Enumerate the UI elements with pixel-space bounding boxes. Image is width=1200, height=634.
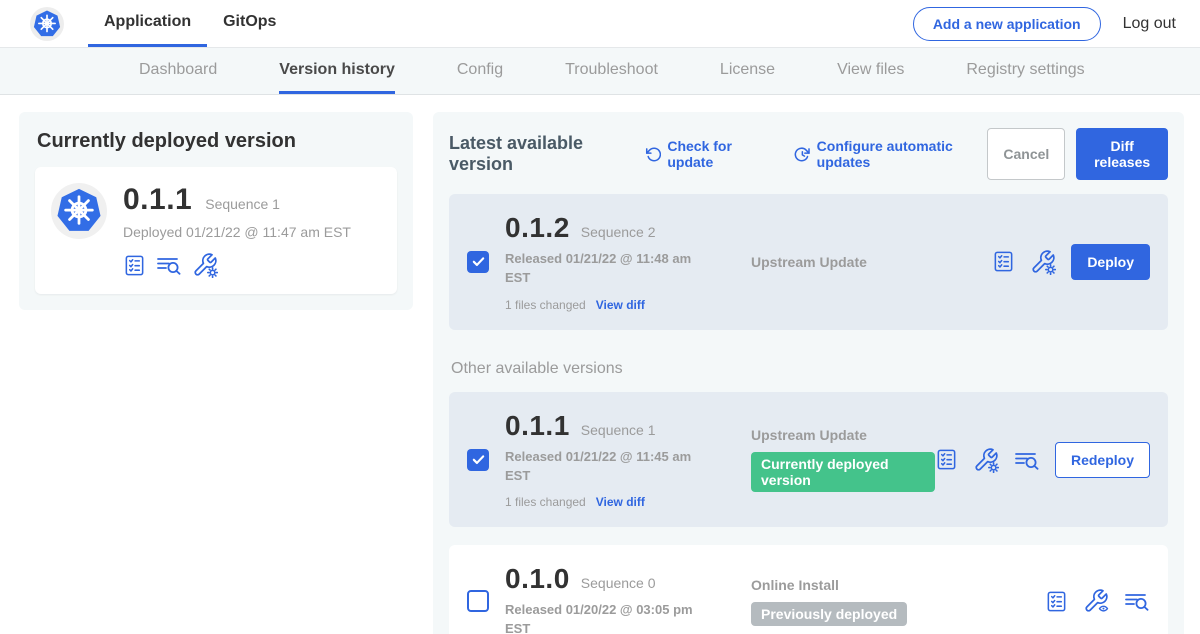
version-checkbox[interactable]	[467, 590, 489, 612]
release-date: Released 01/20/22 @ 03:05 pm EST	[505, 601, 703, 634]
logs-magnifier-icon[interactable]	[1124, 589, 1150, 613]
other-available-versions-title: Other available versions	[451, 360, 1168, 378]
kubernetes-logo-icon	[51, 183, 107, 239]
version-row-0-1-1: 0.1.1 Sequence 1 Released 01/21/22 @ 11:…	[449, 392, 1168, 528]
version-number: 0.1.2	[505, 212, 570, 244]
edit-config-wrench-gear-icon[interactable]	[192, 252, 218, 278]
version-number: 0.1.0	[505, 563, 570, 595]
app-brand	[30, 0, 64, 47]
currently-deployed-panel: Currently deployed version 0	[19, 112, 413, 310]
deployed-date: Deployed 01/21/22 @ 11:47 am EST	[123, 224, 351, 240]
version-source-label: Upstream Update	[751, 427, 867, 443]
check-icon	[471, 452, 486, 467]
view-diff-link[interactable]: View diff	[596, 495, 645, 509]
release-date: Released 01/21/22 @ 11:45 am EST	[505, 448, 703, 486]
tab-view-files[interactable]: View files	[837, 48, 904, 94]
edit-config-wrench-gear-icon[interactable]	[973, 447, 999, 473]
version-source-label: Upstream Update	[751, 254, 867, 270]
logs-magnifier-icon[interactable]	[1014, 448, 1040, 472]
tab-registry-settings[interactable]: Registry settings	[966, 48, 1084, 94]
kubernetes-logo-icon	[30, 7, 64, 41]
release-notes-checklist-icon[interactable]	[992, 250, 1015, 273]
version-checkbox[interactable]	[467, 251, 489, 273]
view-config-wrench-eye-icon[interactable]	[1083, 588, 1109, 614]
cancel-button[interactable]: Cancel	[987, 128, 1065, 180]
version-sequence: Sequence 1	[581, 422, 656, 438]
currently-deployed-badge: Currently deployed version	[751, 452, 935, 492]
version-source-label: Online Install	[751, 577, 839, 593]
release-notes-checklist-icon[interactable]	[123, 254, 146, 277]
files-changed-label: 1 files changed	[505, 495, 586, 509]
deployed-panel-title: Currently deployed version	[37, 130, 397, 153]
tab-license[interactable]: License	[720, 48, 775, 94]
release-date: Released 01/21/22 @ 11:48 am EST	[505, 250, 703, 288]
sub-navigation: Dashboard Version history Config Trouble…	[0, 48, 1200, 95]
deploy-button[interactable]: Deploy	[1071, 244, 1150, 280]
edit-config-wrench-gear-icon[interactable]	[1030, 249, 1056, 275]
logs-magnifier-icon[interactable]	[156, 253, 182, 277]
configure-automatic-updates-link[interactable]: Configure automatic updates	[794, 138, 987, 170]
release-notes-checklist-icon[interactable]	[935, 448, 958, 471]
deployed-version-number: 0.1.1	[123, 183, 192, 217]
latest-available-title: Latest available version	[449, 133, 629, 175]
diff-releases-button[interactable]: Diff releases	[1076, 128, 1168, 180]
add-new-application-button[interactable]: Add a new application	[913, 7, 1101, 41]
version-row-0-1-2: 0.1.2 Sequence 2 Released 01/21/22 @ 11:…	[449, 194, 1168, 330]
tab-troubleshoot[interactable]: Troubleshoot	[565, 48, 658, 94]
files-changed-label: 1 files changed	[505, 298, 586, 312]
release-notes-checklist-icon[interactable]	[1045, 590, 1068, 613]
top-tab-application[interactable]: Application	[88, 0, 207, 47]
refresh-icon	[645, 145, 662, 164]
check-icon	[471, 254, 486, 269]
tab-dashboard[interactable]: Dashboard	[139, 48, 217, 94]
version-history-panel: Latest available version Check for updat…	[433, 112, 1184, 634]
clock-refresh-icon	[794, 145, 811, 164]
version-row-0-1-0: 0.1.0 Sequence 0 Released 01/20/22 @ 03:…	[449, 545, 1168, 634]
top-navigation: Application GitOps Add a new application…	[0, 0, 1200, 48]
version-number: 0.1.1	[505, 410, 570, 442]
deployed-version-card: 0.1.1 Sequence 1 Deployed 01/21/22 @ 11:…	[35, 167, 397, 294]
view-diff-link[interactable]: View diff	[596, 298, 645, 312]
check-for-update-link[interactable]: Check for update	[645, 138, 768, 170]
previously-deployed-badge: Previously deployed	[751, 602, 907, 626]
version-sequence: Sequence 0	[581, 575, 656, 591]
tab-config[interactable]: Config	[457, 48, 503, 94]
deployed-sequence: Sequence 1	[205, 196, 280, 212]
redeploy-button[interactable]: Redeploy	[1055, 442, 1150, 478]
logout-link[interactable]: Log out	[1123, 15, 1176, 33]
version-sequence: Sequence 2	[581, 224, 656, 240]
tab-version-history[interactable]: Version history	[279, 48, 395, 94]
top-tab-gitops[interactable]: GitOps	[207, 0, 292, 47]
version-checkbox[interactable]	[467, 449, 489, 471]
